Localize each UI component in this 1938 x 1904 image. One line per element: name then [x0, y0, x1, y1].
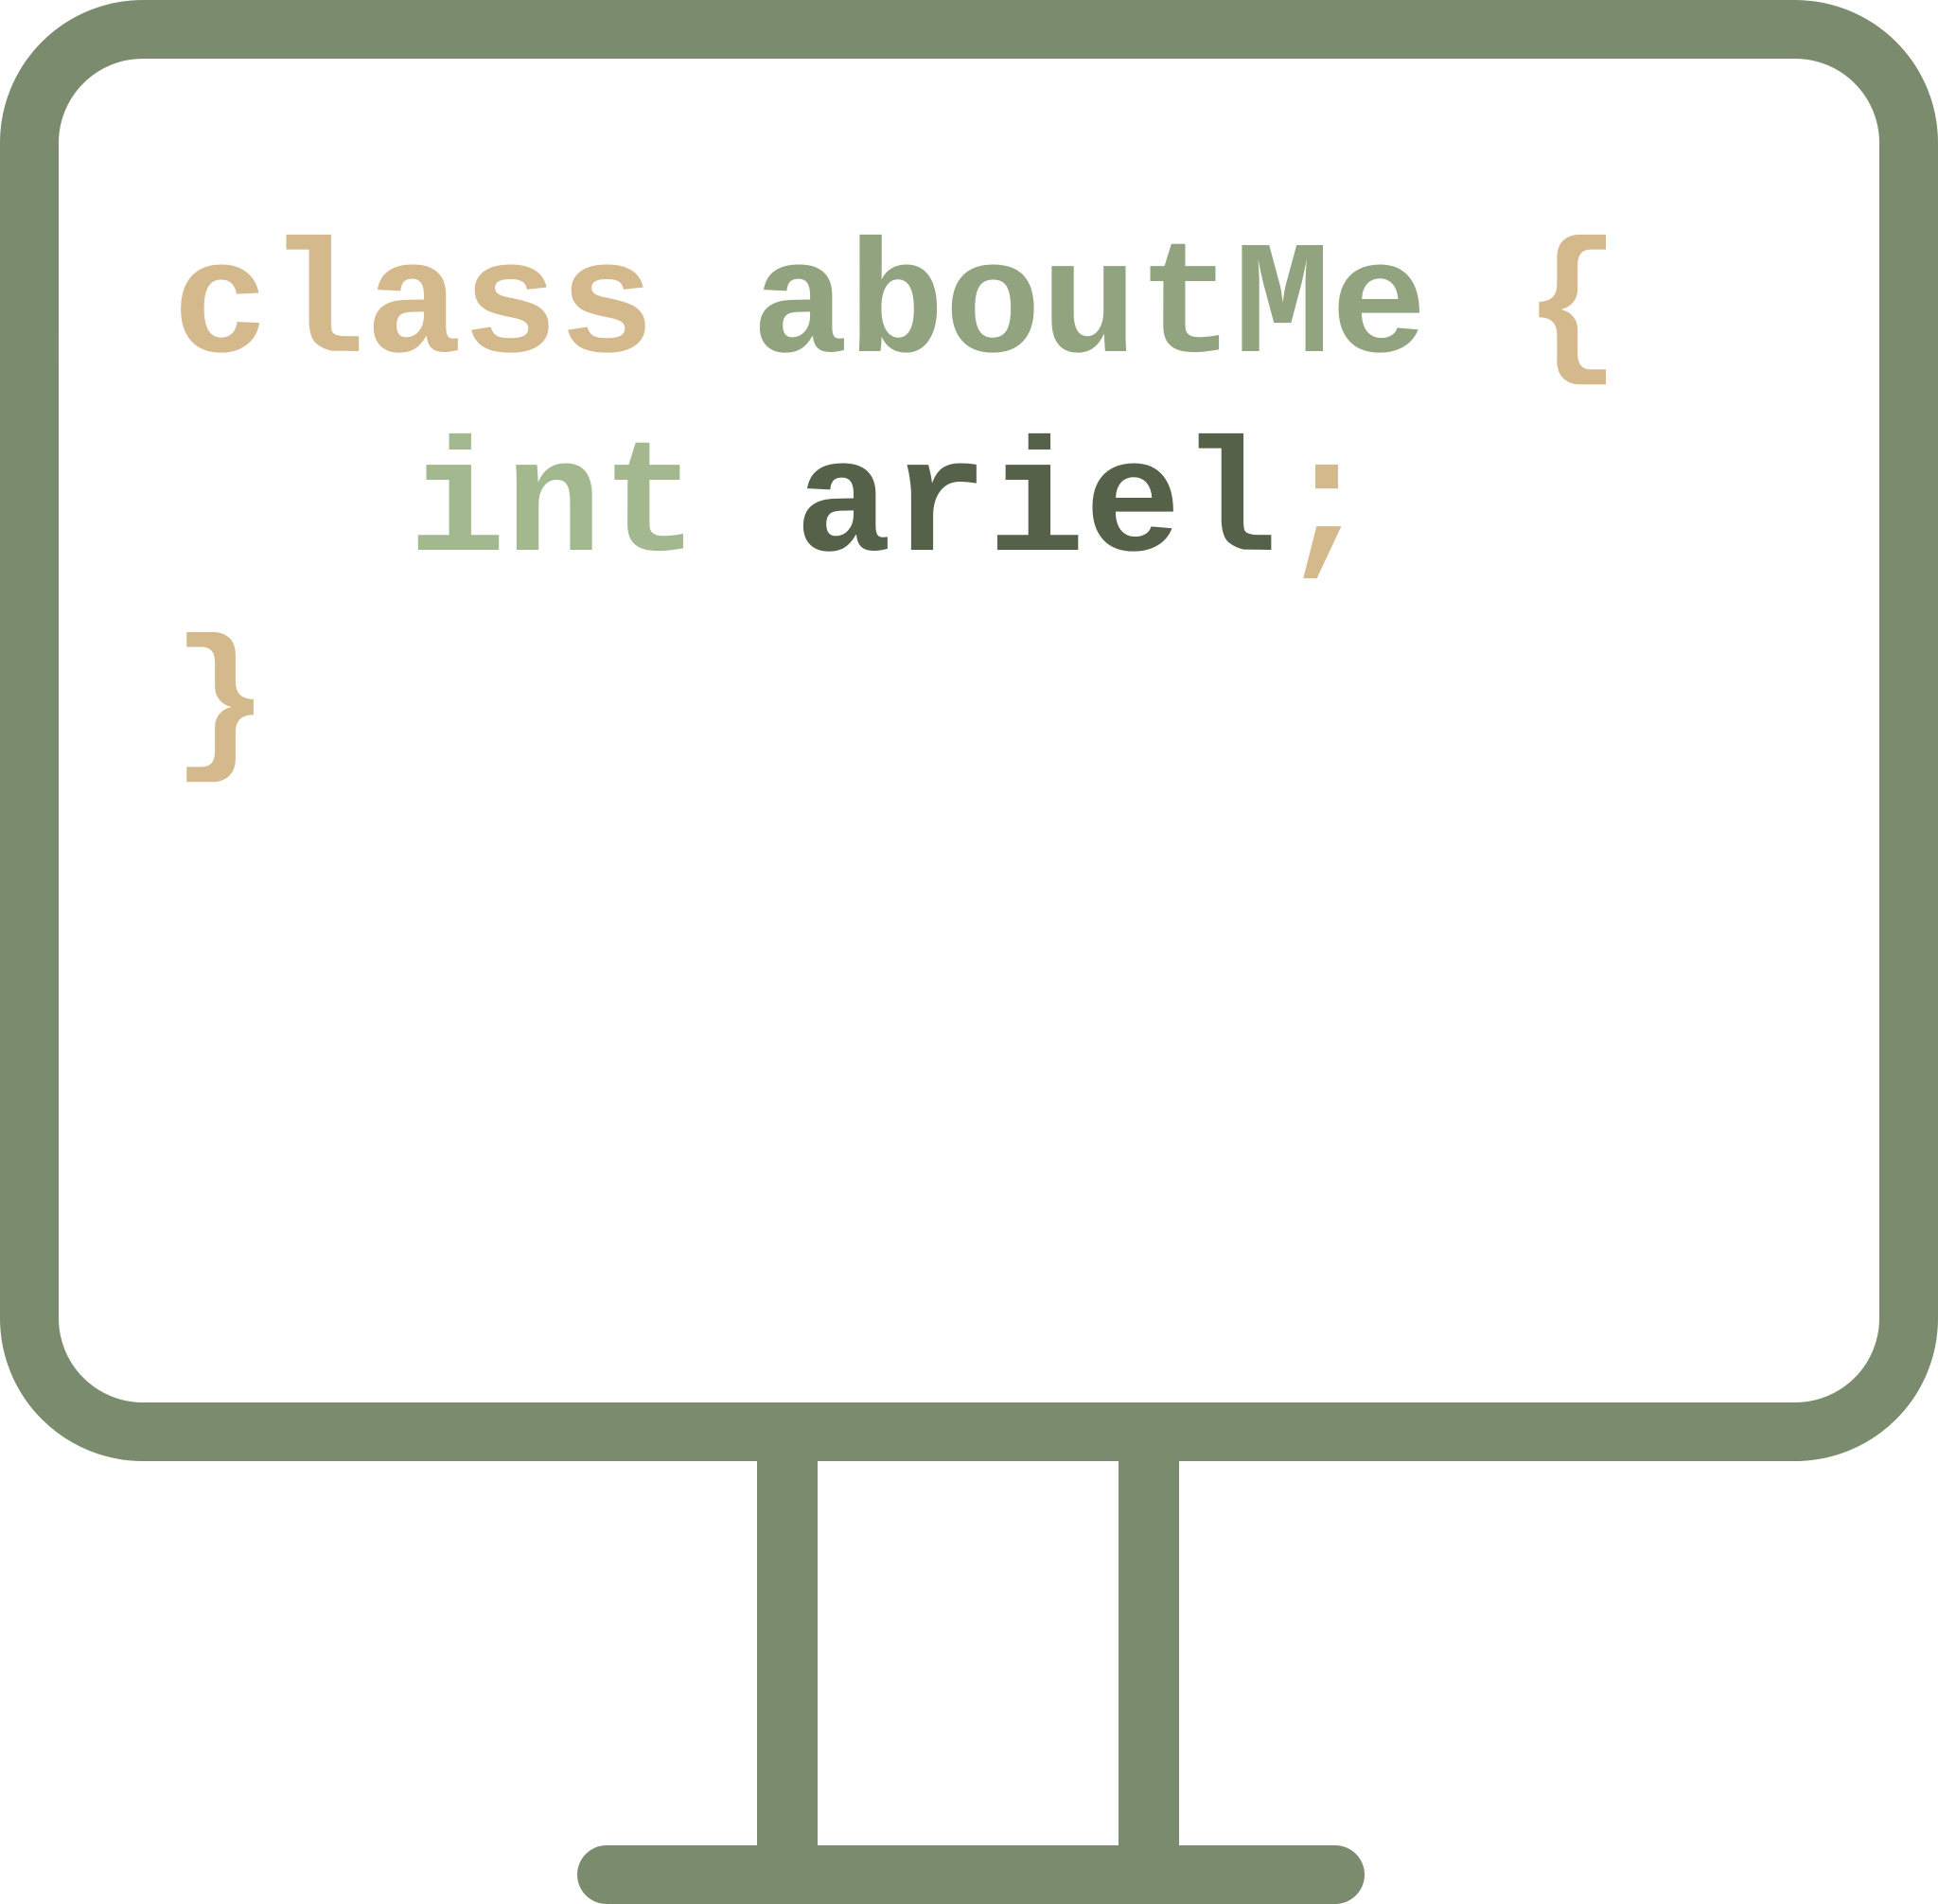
- monitor-stand-base: [577, 1845, 1365, 1904]
- code-type-int: int: [409, 416, 699, 599]
- code-display: class aboutMe { int ariel; }: [59, 59, 1879, 1402]
- code-identifier-ariel: ariel: [795, 416, 1278, 599]
- monitor-stand-right-leg: [1119, 1432, 1179, 1867]
- monitor-stand-left-leg: [757, 1432, 818, 1867]
- code-semicolon: ;: [1277, 416, 1375, 599]
- code-brace-close: }: [172, 615, 270, 798]
- code-line-field-declaration: int ariel;: [409, 428, 1374, 589]
- code-class-name: aboutMe: [751, 218, 1428, 400]
- code-brace-open: {: [1524, 218, 1621, 400]
- code-line-class-end: }: [172, 626, 269, 787]
- code-keyword-class: class: [172, 218, 656, 400]
- code-line-class-declaration: class aboutMe {: [172, 229, 1620, 390]
